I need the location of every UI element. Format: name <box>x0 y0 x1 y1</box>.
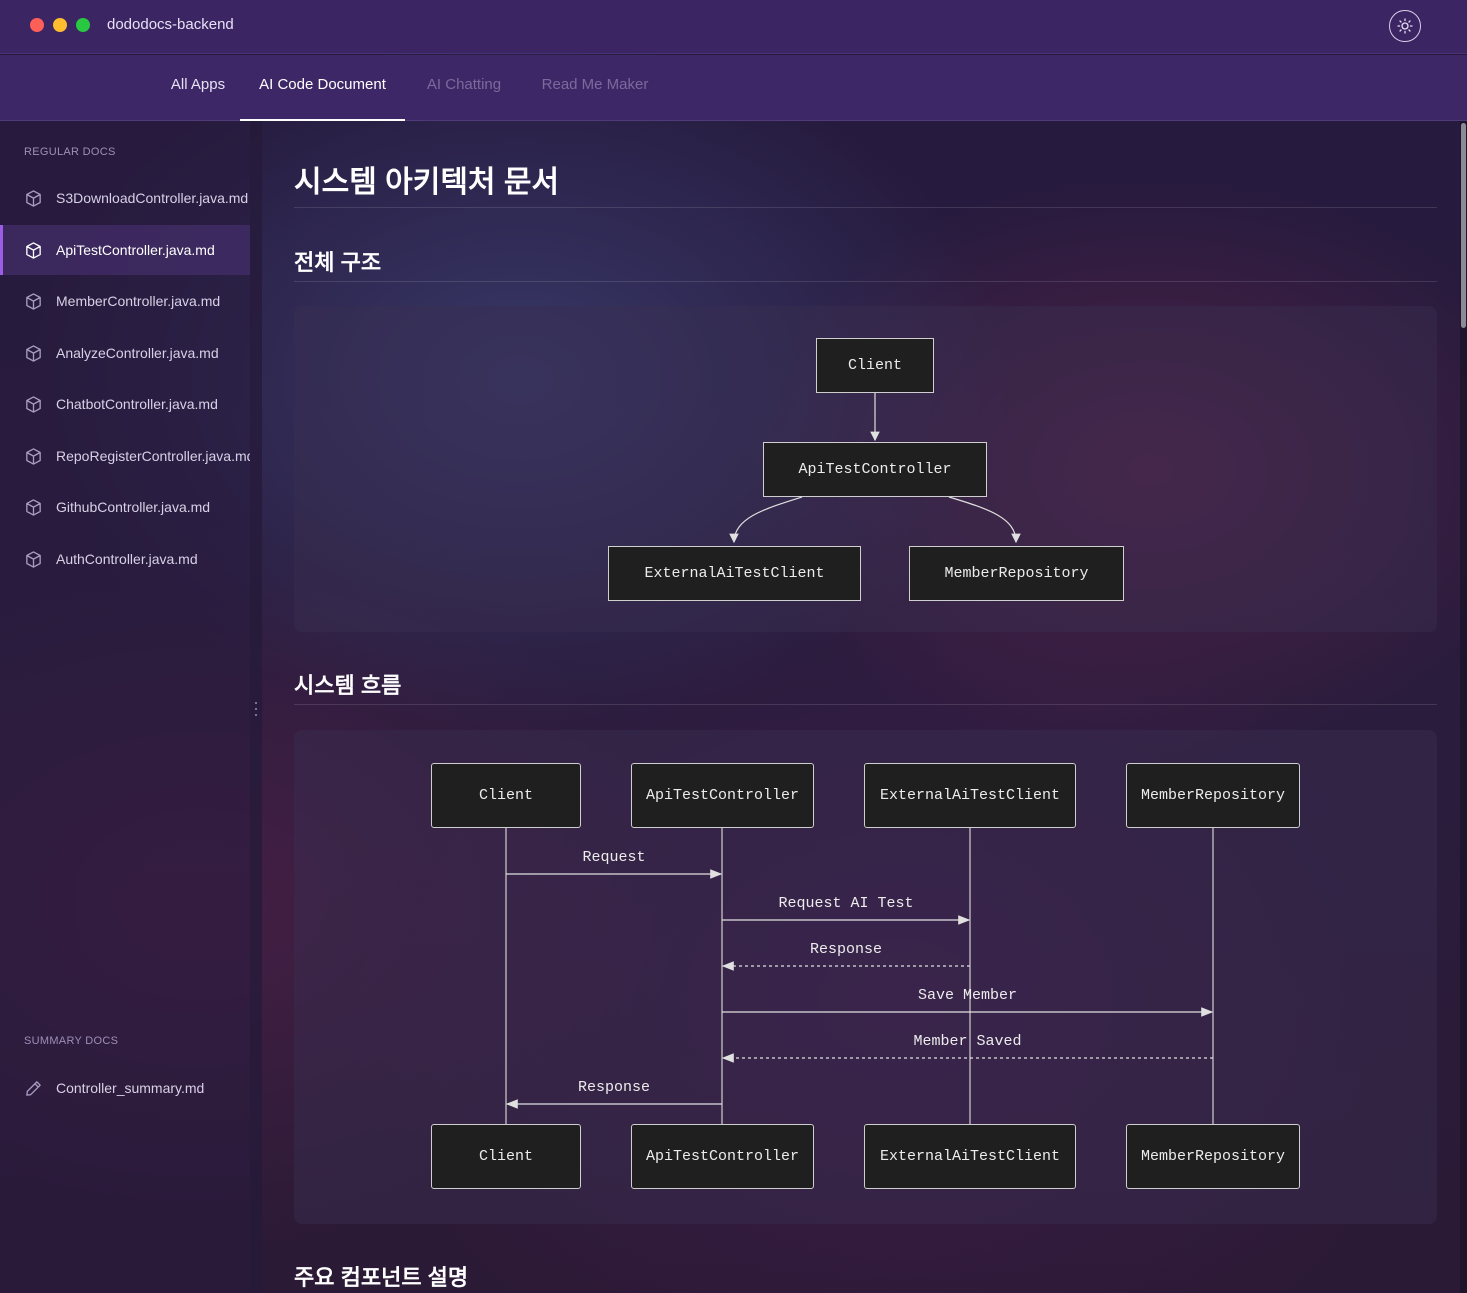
message-label-ai-response: Response <box>809 941 882 958</box>
minimize-window-button[interactable] <box>53 18 67 32</box>
edge-controller-repo <box>948 496 1021 544</box>
regular-docs-heading: REGULAR DOCS <box>24 146 116 158</box>
cube-icon <box>26 447 41 465</box>
participant-externalaitestclient-top: ExternalAiTestClient <box>864 763 1076 828</box>
cube-icon <box>26 241 41 259</box>
cube-icon <box>26 498 41 516</box>
cube-icon <box>26 292 41 310</box>
participant-externalaitestclient-bottom: ExternalAiTestClient <box>864 1124 1076 1189</box>
cube-icon <box>26 550 41 568</box>
sidebar-item-chatbotcontroller[interactable]: ChatbotController.java.md <box>0 379 250 429</box>
page-title: 시스템 아키텍처 문서 <box>294 166 560 199</box>
structure-diagram: Client ApiTestController ExternalAiTestC… <box>294 306 1437 632</box>
edge-controller-ai-client <box>729 496 803 544</box>
sidebar-item-analyzecontroller[interactable]: AnalyzeController.java.md <box>0 328 250 378</box>
message-label-member-saved: Member Saved <box>913 1033 1022 1050</box>
theme-toggle-button[interactable] <box>1389 10 1421 42</box>
sidebar-item-s3downloadcontroller[interactable]: S3DownloadController.java.md <box>0 173 250 223</box>
sidebar-item-authcontroller[interactable]: AuthController.java.md <box>0 534 250 584</box>
window-title: dododocs-backend <box>107 16 234 33</box>
main-nav: All Apps AI Code Document AI Chatting Re… <box>0 55 1467 121</box>
sidebar-item-label: S3DownloadController.java.md <box>56 190 249 206</box>
sidebar-item-label: ChatbotController.java.md <box>56 396 218 412</box>
tab-all-apps[interactable]: All Apps <box>158 55 238 121</box>
tab-read-me-maker[interactable]: Read Me Maker <box>530 55 660 121</box>
main-scrollbar-thumb[interactable] <box>1461 123 1466 328</box>
window-controls <box>30 18 90 32</box>
sidebar-item-controller-summary[interactable]: Controller_summary.md <box>0 1063 250 1113</box>
participant-memberrepository-top: MemberRepository <box>1126 763 1300 828</box>
sidebar-item-label: RepoRegisterController.java.md <box>56 448 250 464</box>
divider <box>294 704 1437 705</box>
sequence-diagram: Client ApiTestController ExternalAiTestC… <box>294 730 1437 1224</box>
sidebar-item-label: AnalyzeController.java.md <box>56 345 219 361</box>
sidebar-item-githubcontroller[interactable]: GithubController.java.md <box>0 482 250 532</box>
cube-icon <box>26 189 41 207</box>
message-label-request: Request <box>582 849 646 866</box>
divider <box>294 207 1437 208</box>
close-window-button[interactable] <box>30 18 44 32</box>
participant-apitestcontroller-bottom: ApiTestController <box>631 1124 814 1189</box>
sidebar-item-label: ApiTestController.java.md <box>56 242 215 258</box>
sun-icon <box>1397 18 1413 34</box>
section-heading-system-flow: 시스템 흐름 <box>294 673 402 698</box>
sidebar: REGULAR DOCS S3DownloadController.java.m… <box>0 121 250 1293</box>
participant-client-top: Client <box>431 763 581 828</box>
sidebar-item-label: GithubController.java.md <box>56 499 211 515</box>
message-label-save-member: Save Member <box>917 987 1018 1004</box>
participant-client-bottom: Client <box>431 1124 581 1189</box>
resize-grip-icon <box>254 702 258 716</box>
divider <box>294 281 1437 282</box>
summary-docs-heading: SUMMARY DOCS <box>24 1035 119 1047</box>
section-heading-overall-structure: 전체 구조 <box>294 250 382 275</box>
sidebar-item-label: MemberController.java.md <box>56 293 221 309</box>
node-client: Client <box>816 338 934 393</box>
node-apitestcontroller: ApiTestController <box>763 442 987 497</box>
pencil-icon <box>26 1080 41 1096</box>
sidebar-item-reporegistercontroller[interactable]: RepoRegisterController.java.md <box>0 431 250 481</box>
message-label-request-ai-test: Request AI Test <box>778 895 914 912</box>
node-externalaitestclient: ExternalAiTestClient <box>608 546 861 601</box>
sidebar-item-apitestcontroller[interactable]: ApiTestController.java.md <box>0 225 250 275</box>
node-memberrepository: MemberRepository <box>909 546 1124 601</box>
cube-icon <box>26 344 41 362</box>
maximize-window-button[interactable] <box>76 18 90 32</box>
sidebar-item-label: Controller_summary.md <box>56 1080 205 1096</box>
section-heading-main-components: 주요 컴포넌트 설명 <box>294 1265 469 1290</box>
document-view: 시스템 아키텍처 문서 전체 구조 Client ApiTestControll… <box>262 121 1467 1293</box>
cube-icon <box>26 395 41 413</box>
title-bar: dododocs-backend <box>0 0 1467 54</box>
sidebar-item-membercontroller[interactable]: MemberController.java.md <box>0 276 250 326</box>
message-label-response: Response <box>577 1079 650 1096</box>
participant-apitestcontroller-top: ApiTestController <box>631 763 814 828</box>
participant-memberrepository-bottom: MemberRepository <box>1126 1124 1300 1189</box>
sidebar-item-label: AuthController.java.md <box>56 551 198 567</box>
tab-ai-code-document[interactable]: AI Code Document <box>240 55 405 121</box>
tab-ai-chatting[interactable]: AI Chatting <box>414 55 514 121</box>
